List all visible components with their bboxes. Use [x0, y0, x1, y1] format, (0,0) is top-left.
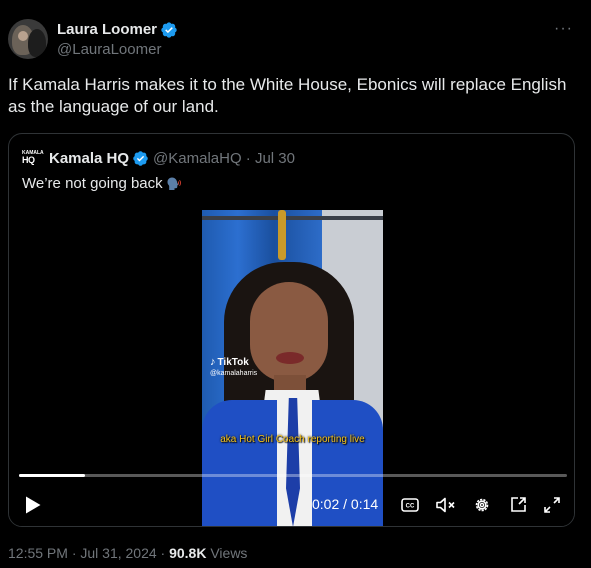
video-controls: 0:02 / 0:14 CC	[9, 492, 574, 518]
video-caption: aka Hot Girl Coach reporting live	[220, 434, 365, 445]
quote-text-row: We’re not going back	[22, 175, 182, 192]
author-display-name[interactable]: Laura Loomer	[57, 21, 157, 38]
quote-tweet[interactable]: KAMALA HQ Kamala HQ @KamalaHQ · Jul 30 We…	[8, 133, 575, 527]
pip-icon	[511, 497, 526, 512]
fullscreen-button[interactable]	[540, 492, 564, 518]
views-count: 90.8K	[169, 545, 207, 561]
author-names: Laura Loomer @LauraLoomer	[57, 21, 178, 58]
quote-display-name[interactable]: Kamala HQ	[49, 150, 129, 167]
gear-icon	[475, 498, 489, 512]
mute-button[interactable]	[434, 492, 458, 518]
picture-in-picture-button[interactable]	[506, 492, 530, 518]
quote-header: KAMALA HQ Kamala HQ @KamalaHQ · Jul 30	[22, 148, 295, 168]
video-progress-fill	[19, 474, 85, 477]
settings-button[interactable]	[470, 492, 494, 518]
name-row: Laura Loomer	[57, 21, 178, 39]
tiktok-note-icon: ♪	[210, 356, 216, 368]
svg-text:CC: CC	[406, 504, 415, 510]
quote-text: We’re not going back	[22, 175, 163, 192]
video-player[interactable]: ♪ TikTok @kamalaharris aka Hot Girl Coach…	[9, 210, 574, 526]
video-progress-bar[interactable]	[19, 474, 567, 477]
tweet: Laura Loomer @LauraLoomer ··· If Kamala …	[0, 0, 591, 568]
tiktok-watermark: ♪ TikTok @kamalaharris	[210, 356, 258, 377]
video-time: 0:02 / 0:14	[312, 496, 379, 512]
play-icon	[26, 496, 41, 514]
kamala-hq-logo-icon: KAMALA HQ	[22, 150, 44, 165]
video-frame: ♪ TikTok @kamalaharris aka Hot Girl Coach…	[202, 210, 383, 526]
captions-button[interactable]: CC	[399, 492, 421, 518]
volume-muted-icon	[436, 497, 455, 513]
verified-badge-icon	[133, 150, 148, 166]
author-handle[interactable]: @LauraLoomer	[57, 41, 178, 58]
speaking-head-icon	[167, 177, 181, 190]
tweet-footer: 12:55 PM · Jul 31, 2024 · 90.8K Views	[8, 545, 247, 561]
views-label: Views	[206, 545, 248, 561]
closed-captions-icon: CC	[401, 498, 419, 512]
expand-icon	[544, 497, 560, 513]
tweet-header: Laura Loomer @LauraLoomer	[8, 18, 178, 60]
play-button[interactable]	[21, 492, 45, 518]
tiktok-handle: @kamalaharris	[210, 370, 258, 377]
tweet-timestamp[interactable]: 12:55 PM · Jul 31, 2024 ·	[8, 545, 169, 561]
ellipsis-icon[interactable]: ···	[554, 20, 573, 38]
verified-badge-icon	[161, 21, 177, 38]
quote-meta: @KamalaHQ · Jul 30	[153, 149, 295, 167]
tweet-text: If Kamala Harris makes it to the White H…	[8, 75, 567, 116]
avatar[interactable]	[8, 19, 48, 59]
